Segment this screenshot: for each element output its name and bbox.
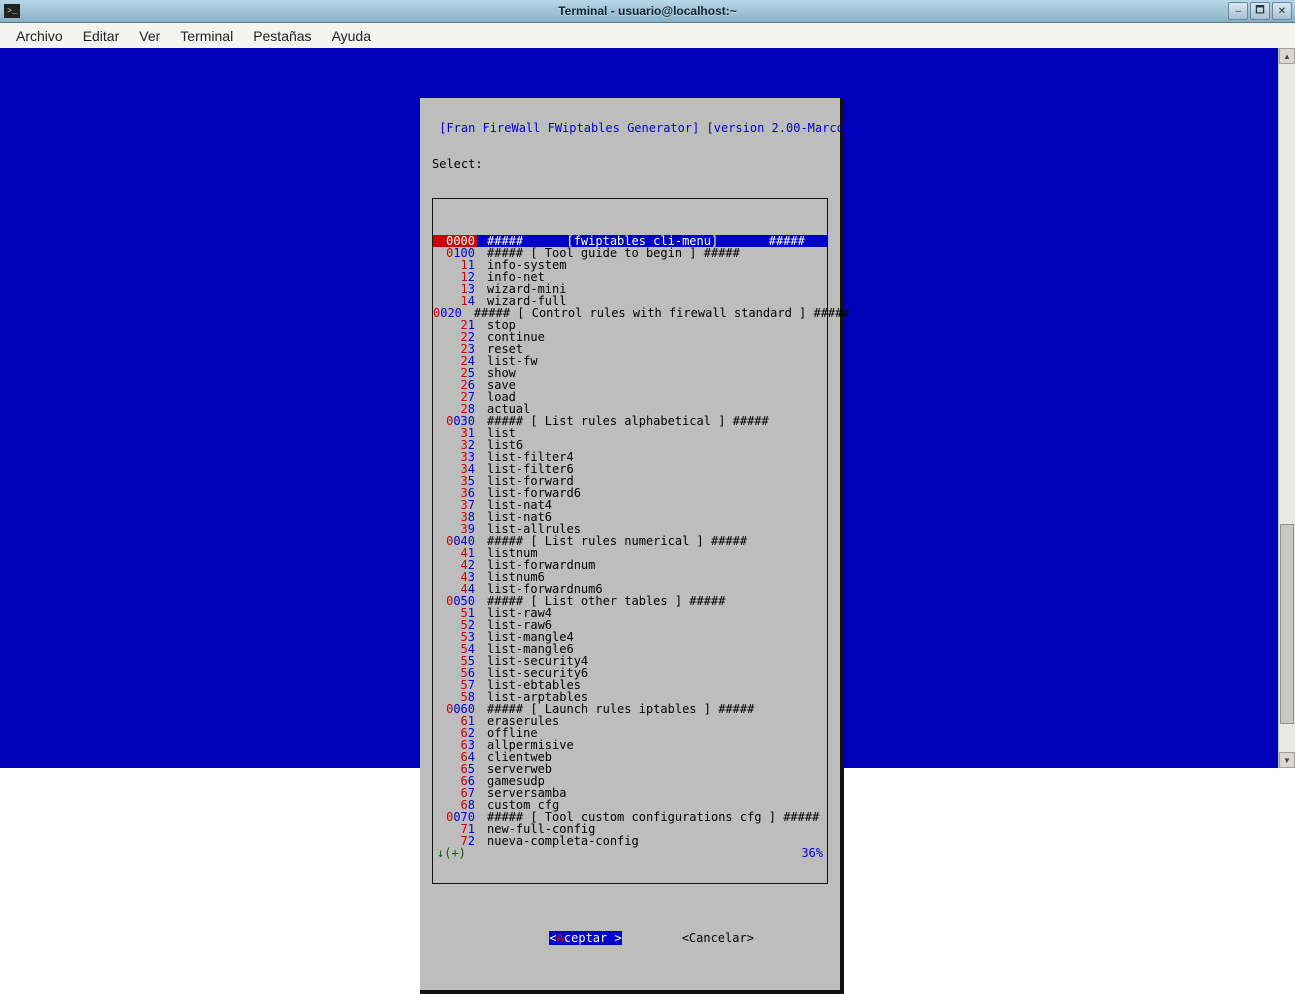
terminal-viewport[interactable]: [Fran FireWall FWiptables Generator] [ve… bbox=[0, 48, 1279, 768]
menubar: Archivo Editar Ver Terminal Pestañas Ayu… bbox=[0, 23, 1295, 50]
maximize-button[interactable]: 🗖 bbox=[1250, 2, 1270, 20]
menu-terminal[interactable]: Terminal bbox=[170, 24, 243, 48]
menu-listbox[interactable]: 0000##### [fwiptables cli-menu] #####010… bbox=[432, 198, 828, 884]
row-label: custom cfg bbox=[477, 799, 559, 811]
menu-row[interactable]: 72nueva-completa-config bbox=[433, 835, 827, 847]
minimize-button[interactable]: – bbox=[1228, 2, 1248, 20]
row-label: serversamba bbox=[477, 787, 566, 799]
row-label: ##### [ Tool custom configurations cfg ]… bbox=[477, 811, 819, 823]
close-button[interactable]: ✕ bbox=[1272, 2, 1292, 20]
dialog-header: [Fran FireWall FWiptables Generator] [ve… bbox=[420, 122, 840, 134]
row-label: ##### [ List rules alphabetical ] ##### bbox=[477, 415, 769, 427]
menu-row[interactable]: 66gamesudp bbox=[433, 775, 827, 787]
scrollbar[interactable]: ▲ ▼ bbox=[1278, 48, 1295, 768]
dialog-prompt: Select: bbox=[420, 158, 840, 170]
menu-editar[interactable]: Editar bbox=[73, 24, 130, 48]
dialog-buttons: <Aceptar ><Cancelar> bbox=[420, 920, 840, 956]
menu-row[interactable]: 68custom cfg bbox=[433, 799, 827, 811]
scroll-more-indicator: ↓(+) bbox=[437, 847, 466, 859]
accept-post: ceptar > bbox=[564, 931, 622, 945]
list-status: ↓(+) 36% bbox=[433, 847, 827, 859]
menu-ver[interactable]: Ver bbox=[129, 24, 170, 48]
accept-pre: < bbox=[549, 931, 556, 945]
accept-hotkey: A bbox=[557, 931, 564, 945]
scroll-down-button[interactable]: ▼ bbox=[1279, 752, 1295, 768]
cancel-button[interactable]: <Cancelar> bbox=[622, 931, 754, 945]
accept-button[interactable]: <Aceptar > bbox=[549, 931, 621, 945]
row-label: gamesudp bbox=[477, 775, 545, 787]
menu-row[interactable]: 67serversamba bbox=[433, 787, 827, 799]
scroll-thumb[interactable] bbox=[1280, 524, 1294, 724]
menu-ayuda[interactable]: Ayuda bbox=[322, 24, 381, 48]
window-title: Terminal - usuario@localhost:~ bbox=[0, 4, 1295, 18]
row-number: 72 bbox=[433, 835, 477, 847]
window-buttons: – 🗖 ✕ bbox=[1228, 2, 1292, 20]
dialog: [Fran FireWall FWiptables Generator] [ve… bbox=[420, 98, 844, 994]
row-label: serverweb bbox=[477, 763, 552, 775]
titlebar: Terminal - usuario@localhost:~ – 🗖 ✕ bbox=[0, 0, 1295, 23]
row-label: ##### [ Control rules with firewall stan… bbox=[464, 307, 850, 319]
menu-row[interactable]: 0070##### [ Tool custom configurations c… bbox=[433, 811, 827, 823]
scroll-percent: 36% bbox=[801, 847, 823, 859]
menu-pestanas[interactable]: Pestañas bbox=[243, 24, 321, 48]
scroll-up-button[interactable]: ▲ bbox=[1279, 48, 1295, 64]
row-label: nueva-completa-config bbox=[477, 835, 639, 847]
menu-row[interactable]: 71new-full-config bbox=[433, 823, 827, 835]
menu-row[interactable]: 65serverweb bbox=[433, 763, 827, 775]
menu-archivo[interactable]: Archivo bbox=[6, 24, 73, 48]
row-label: new-full-config bbox=[477, 823, 595, 835]
row-number: 0020 bbox=[433, 307, 464, 319]
